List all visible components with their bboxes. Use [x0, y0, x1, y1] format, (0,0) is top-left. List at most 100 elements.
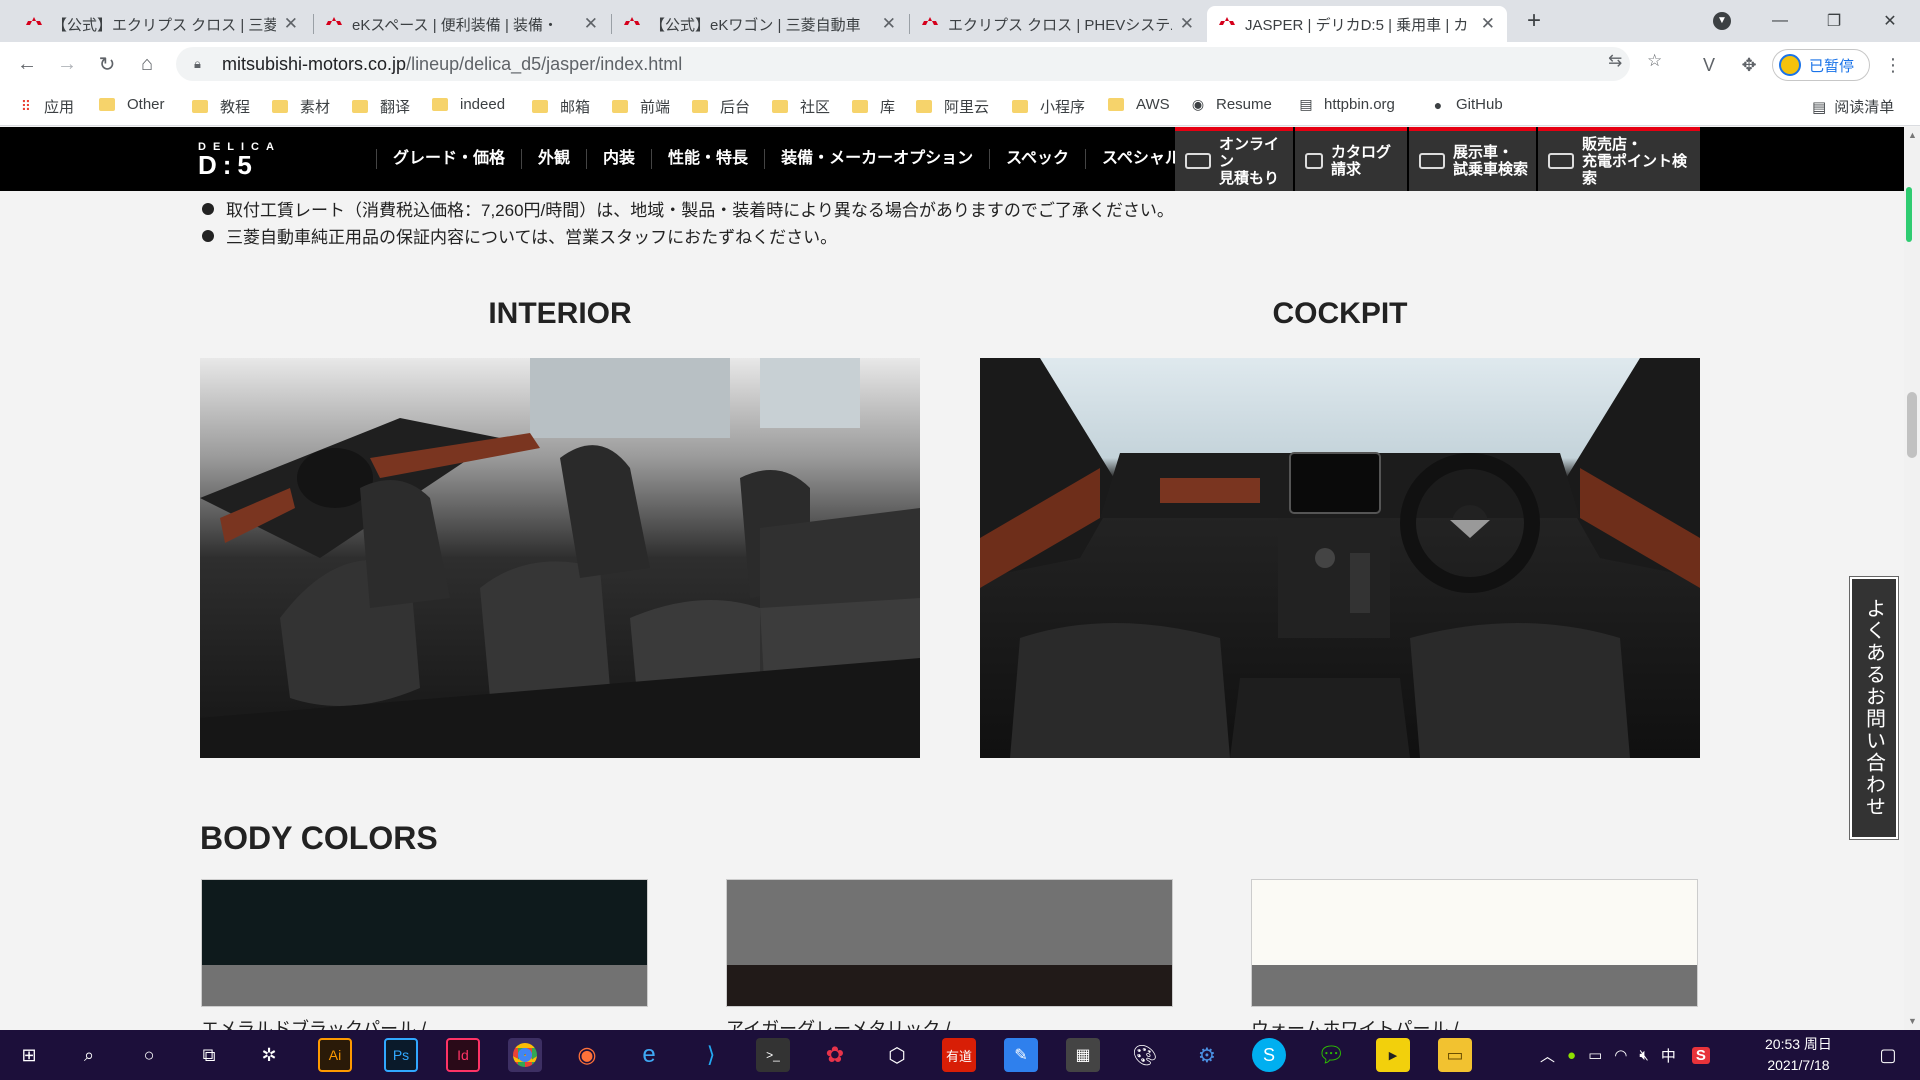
new-tab-button[interactable]: +	[1520, 8, 1548, 36]
youdao-icon[interactable]: 有道	[942, 1038, 976, 1072]
bookmark-folder[interactable]: 前端	[612, 96, 670, 117]
chrome-icon[interactable]	[508, 1038, 542, 1072]
tray-expand-icon[interactable]: ︿	[1540, 1045, 1555, 1066]
forward-button[interactable]: →	[52, 50, 82, 78]
color-swatch-eiger-grey[interactable]	[726, 879, 1173, 1007]
ie-icon[interactable]: e	[632, 1038, 666, 1072]
wifi-icon[interactable]: ◠	[1614, 1046, 1627, 1064]
indesign-icon[interactable]: Id	[446, 1038, 480, 1072]
home-button[interactable]: ⌂	[132, 50, 162, 78]
faq-side-tab[interactable]: よくあるお問い合わせ	[1850, 577, 1898, 839]
nav-interior[interactable]: 内装	[586, 149, 651, 169]
volume-mute-icon[interactable]: 🔇︎	[1639, 1047, 1648, 1064]
quick-test-drive-search[interactable]: 展示車・ 試乗車検索	[1409, 127, 1536, 191]
player-icon[interactable]: ▶	[1376, 1038, 1410, 1072]
quick-label-line2: 試乗車検索	[1453, 161, 1529, 178]
color-swatch-warm-white[interactable]	[1251, 879, 1698, 1007]
bookmark-folder[interactable]: indeed	[432, 96, 505, 113]
mitsubishi-logo-icon	[26, 17, 42, 25]
minimize-button[interactable]: —	[1752, 0, 1808, 42]
cockpit-photo[interactable]	[980, 358, 1700, 758]
color-swatch-emerald-black[interactable]	[201, 879, 648, 1007]
close-icon[interactable]: ✕	[1481, 14, 1495, 34]
bookmark-folder[interactable]: AWS	[1108, 96, 1170, 113]
extensions-puzzle-icon[interactable]: ✥	[1736, 52, 1762, 78]
bookmark-star-icon[interactable]: ☆	[1647, 51, 1662, 71]
interior-photo[interactable]	[200, 358, 920, 758]
close-icon[interactable]: ✕	[882, 14, 896, 34]
tab-search-button[interactable]: ▼	[1696, 0, 1748, 42]
file-explorer-icon[interactable]: ▭	[1438, 1038, 1472, 1072]
battery-icon[interactable]: ▭	[1588, 1046, 1602, 1064]
search-icon[interactable]: ⌕	[72, 1038, 106, 1072]
skype-icon[interactable]: S	[1252, 1038, 1286, 1072]
photoshop-icon[interactable]: Ps	[384, 1038, 418, 1072]
windows-start-icon[interactable]: ⊞	[12, 1038, 46, 1072]
tray-app-icon[interactable]: ●	[1567, 1047, 1576, 1064]
bookmark-github[interactable]: ● GitHub	[1430, 96, 1503, 113]
bookmark-folder[interactable]: 素材	[272, 96, 330, 117]
terminal-icon[interactable]: >_	[756, 1038, 790, 1072]
illustrator-icon[interactable]: Ai	[318, 1038, 352, 1072]
reading-list-button[interactable]: ▤ 阅读清单	[1812, 96, 1894, 117]
tab-eclipse-cross[interactable]: 【公式】エクリプス クロス | 三菱 ✕	[14, 6, 310, 42]
bookmark-folder[interactable]: 小程序	[1012, 96, 1085, 117]
extension-v-icon[interactable]: V	[1696, 52, 1722, 78]
app-hex-icon[interactable]: ⬡	[880, 1038, 914, 1072]
translate-icon[interactable]: ⇆	[1608, 51, 1622, 71]
page-scrollbar[interactable]: ▲ ▼	[1904, 127, 1920, 1030]
tab-phev-system[interactable]: エクリプス クロス | PHEVシステム ✕	[910, 6, 1206, 42]
bookmark-folder[interactable]: 邮箱	[532, 96, 590, 117]
firefox-icon[interactable]: ◉	[570, 1038, 604, 1072]
bookmark-folder[interactable]: 教程	[192, 96, 250, 117]
bookmark-folder[interactable]: 库	[852, 96, 895, 117]
nav-exterior[interactable]: 外観	[521, 149, 586, 169]
maximize-button[interactable]: ❐	[1806, 0, 1862, 42]
nav-performance[interactable]: 性能・特長	[651, 149, 764, 169]
quick-dealer-search[interactable]: 販売店・ 充電ポイント検索	[1538, 127, 1700, 191]
task-view-icon[interactable]: ⧉	[192, 1038, 226, 1072]
pinwheel-app-icon[interactable]: ✲	[252, 1038, 286, 1072]
vscode-icon[interactable]: ⟩	[694, 1038, 728, 1072]
bookmark-folder[interactable]: Other	[99, 96, 165, 113]
scroll-down-icon[interactable]: ▼	[1908, 1016, 1917, 1026]
bookmark-httpbin[interactable]: ▤ httpbin.org	[1298, 96, 1395, 113]
bookmark-folder[interactable]: 后台	[692, 96, 750, 117]
back-button[interactable]: ←	[12, 50, 42, 78]
bookmark-apps[interactable]: ⠿ 应用	[18, 96, 74, 117]
notification-center-icon[interactable]: ▢	[1866, 1030, 1910, 1080]
calculator-icon[interactable]: ▦	[1066, 1038, 1100, 1072]
scroll-up-icon[interactable]: ▲	[1908, 130, 1917, 140]
nav-spec[interactable]: スペック	[989, 149, 1085, 169]
tab-ek-space[interactable]: eKスペース | 便利装備 | 装備・ ✕	[314, 6, 610, 42]
quick-catalog-request[interactable]: カタログ 請求	[1295, 127, 1407, 191]
bookmark-folder[interactable]: 翻译	[352, 96, 410, 117]
more-menu-icon[interactable]: ⋮	[1880, 52, 1906, 78]
profile-button[interactable]: 已暂停	[1772, 49, 1870, 81]
app-flower-icon[interactable]: ✿	[818, 1038, 852, 1072]
nav-grade-price[interactable]: グレード・価格	[376, 149, 521, 169]
delica-d5-logo[interactable]: DELICA D:5	[198, 141, 326, 178]
bookmark-folder[interactable]: 社区	[772, 96, 830, 117]
cortana-icon[interactable]: ○	[132, 1038, 166, 1072]
tab-jasper-active[interactable]: JASPER | デリカD:5 | 乗用車 | カ ✕	[1207, 6, 1507, 42]
system-clock[interactable]: 20:53 周日 2021/7/18	[1765, 1034, 1832, 1076]
reload-button[interactable]: ↻	[92, 50, 122, 78]
nav-equipment[interactable]: 装備・メーカーオプション	[764, 149, 989, 169]
close-icon[interactable]: ✕	[584, 14, 598, 34]
sogou-icon[interactable]: S	[1691, 1046, 1710, 1064]
close-icon[interactable]: ✕	[1180, 14, 1194, 34]
close-window-button[interactable]: ✕	[1862, 0, 1918, 42]
quick-online-quote[interactable]: オンライン 見積もり	[1175, 127, 1293, 191]
edit-app-icon[interactable]: ✎	[1004, 1038, 1038, 1072]
app-network-icon[interactable]: ⚙	[1190, 1038, 1224, 1072]
paint-icon[interactable]: 🎨︎	[1128, 1038, 1162, 1072]
bookmark-folder[interactable]: 阿里云	[916, 96, 989, 117]
ime-indicator[interactable]: 中	[1661, 1045, 1676, 1066]
bookmark-resume[interactable]: ◉ Resume	[1190, 96, 1272, 113]
wechat-icon[interactable]: 💬︎	[1314, 1038, 1348, 1072]
address-bar[interactable]: 🔒︎ mitsubishi-motors.co.jp/lineup/delica…	[176, 47, 1630, 81]
close-icon[interactable]: ✕	[284, 14, 298, 34]
tab-ek-wagon[interactable]: 【公式】eKワゴン | 三菱自動車 ✕	[612, 6, 908, 42]
scrollbar-thumb[interactable]	[1907, 392, 1917, 458]
